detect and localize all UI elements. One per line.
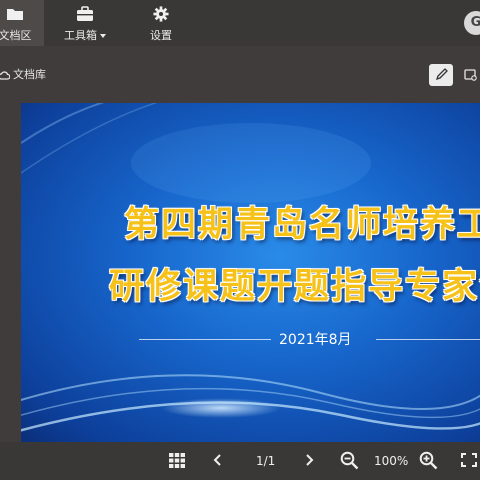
- folder-icon: [6, 6, 24, 22]
- avatar[interactable]: G: [464, 11, 480, 35]
- doc-toolbar: 文档库: [0, 60, 480, 88]
- zoom-in-icon: [419, 451, 438, 470]
- page-indicator: 1/1: [256, 454, 276, 468]
- zoom-out-icon: [340, 451, 359, 470]
- nav-tools-label: 工具箱: [64, 29, 97, 42]
- slide-title-line2: 研修课题开题指导专家会: [109, 267, 480, 307]
- date-divider-left: [139, 339, 271, 340]
- chevron-down-icon: [100, 34, 106, 38]
- fullscreen-button[interactable]: [461, 451, 477, 469]
- nav-docs[interactable]: 文档区: [0, 0, 44, 46]
- grid-icon: [169, 453, 185, 468]
- zoom-out-button[interactable]: [340, 451, 359, 470]
- gear-icon: [152, 6, 170, 22]
- breadcrumb-label: 文档库: [13, 68, 46, 81]
- annotate-button[interactable]: [429, 64, 453, 86]
- nav-settings-label: 设置: [150, 29, 172, 42]
- comment-button[interactable]: [460, 64, 480, 86]
- toolbox-icon: [76, 6, 94, 22]
- cloud-icon: [0, 71, 11, 80]
- comment-icon: [464, 69, 477, 81]
- top-nav: 文档区 工具箱 设置 G: [0, 0, 480, 46]
- viewer-toolbar: 1/1 100%: [0, 442, 480, 480]
- slide-date: 2021年8月: [279, 332, 352, 348]
- date-divider-right: [376, 339, 480, 340]
- slide-title-line1: 第四期青岛名师培养工: [124, 205, 480, 245]
- next-icon: [306, 454, 314, 466]
- nav-docs-label: 文档区: [0, 29, 32, 42]
- prev-icon: [213, 454, 221, 466]
- zoom-in-button[interactable]: [419, 451, 438, 470]
- prev-page-button[interactable]: [212, 451, 224, 469]
- pencil-icon: [435, 68, 448, 81]
- document-page: 第四期青岛名师培养工 研修课题开题指导专家会 2021年8月: [21, 103, 480, 442]
- next-page-button[interactable]: [303, 451, 315, 469]
- breadcrumb[interactable]: 文档库: [0, 66, 46, 82]
- fullscreen-icon: [461, 453, 477, 467]
- nav-settings[interactable]: 设置: [134, 0, 188, 46]
- zoom-level: 100%: [374, 454, 409, 468]
- nav-tools[interactable]: 工具箱: [54, 0, 116, 46]
- thumbnails-button[interactable]: [168, 451, 186, 469]
